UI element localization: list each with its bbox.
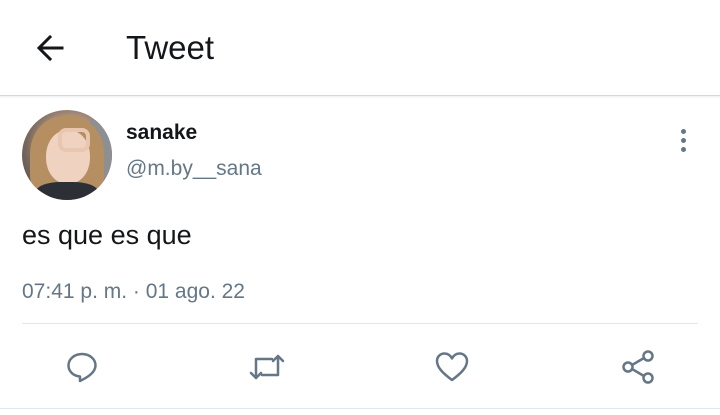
reply-icon xyxy=(67,352,97,383)
retweet-button[interactable] xyxy=(245,345,289,389)
avatar-hand xyxy=(58,128,90,152)
retweet-icon xyxy=(249,354,285,380)
user-handle[interactable]: @m.by__sana xyxy=(126,157,262,181)
share-button[interactable] xyxy=(616,345,660,389)
tweet-actions xyxy=(0,345,720,389)
more-vertical-icon-dot xyxy=(680,137,686,143)
divider xyxy=(22,323,698,324)
more-options-button[interactable] xyxy=(672,125,694,155)
reply-button[interactable] xyxy=(60,345,104,389)
page-title: Tweet xyxy=(126,29,215,66)
back-button[interactable] xyxy=(30,28,70,68)
top-app-bar: Tweet xyxy=(0,0,720,96)
arrow-left-icon xyxy=(36,34,64,62)
avatar[interactable] xyxy=(22,110,112,200)
share-icon xyxy=(622,350,654,384)
like-button[interactable] xyxy=(430,345,474,389)
heart-icon xyxy=(435,352,469,382)
avatar-shirt xyxy=(36,182,98,200)
tweet-text: es que es que xyxy=(22,220,192,250)
bottom-divider xyxy=(0,408,720,409)
tweet-timestamp: 07:41 p. m. · 01 ago. 22 xyxy=(22,280,245,303)
more-vertical-icon xyxy=(680,128,686,134)
display-name[interactable]: sanake xyxy=(126,121,197,145)
more-vertical-icon-dot xyxy=(680,146,686,152)
